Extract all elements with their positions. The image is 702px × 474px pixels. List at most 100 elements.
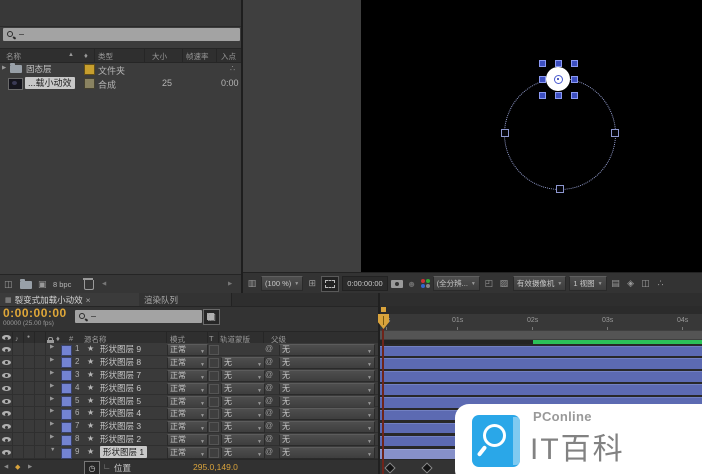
view-layout-dropdown[interactable]: 1 视图▼ (569, 276, 606, 291)
path-handle[interactable] (556, 185, 564, 193)
pickwhip-icon[interactable]: @ (265, 357, 273, 366)
prev-keyframe-icon[interactable]: ◀ (4, 464, 8, 470)
parent-dropdown[interactable]: 无▼ (279, 408, 375, 420)
show-channel-icon[interactable] (421, 279, 430, 288)
new-folder-icon[interactable] (20, 281, 32, 289)
audio-column-icon[interactable]: ♪ (15, 334, 19, 343)
graph-editor-icon[interactable]: ◪ (203, 309, 218, 323)
transparency-grid-icon[interactable]: ▨ (498, 277, 510, 290)
close-icon[interactable]: × (86, 295, 91, 305)
project-item-solids[interactable]: ▶ 固态层 文件夹 ∴ (0, 62, 241, 76)
eye-icon[interactable] (2, 384, 11, 393)
layer-row[interactable]: ▶ 4 ★ 形状图层 6 正常▼ 无▼ @ 无▼ (0, 382, 378, 395)
next-keyframe-icon[interactable]: ▶ (28, 464, 32, 470)
current-timecode[interactable]: 0:00:00:00 (3, 307, 67, 320)
trash-icon[interactable] (84, 280, 94, 290)
eye-icon[interactable] (2, 409, 11, 418)
selection-handle[interactable] (539, 92, 546, 99)
comp-flowchart-icon[interactable]: ∴ (655, 277, 667, 290)
interpret-footage-icon[interactable]: ◫ (4, 279, 13, 290)
layer-name[interactable]: 形状图层 7 (100, 369, 141, 381)
layer-label-swatch[interactable] (61, 370, 72, 381)
label-color-swatch[interactable] (84, 64, 95, 75)
t-toggle[interactable] (209, 345, 219, 355)
viewer-timecode[interactable]: 0:00:00:00 (342, 276, 387, 291)
always-preview-icon[interactable]: ▥ (246, 277, 258, 290)
parent-dropdown[interactable]: 无▼ (279, 396, 375, 408)
composition-canvas[interactable] (361, 0, 702, 272)
layer-label-swatch[interactable] (61, 448, 72, 459)
selection-handle[interactable] (571, 92, 578, 99)
show-snapshot-icon[interactable]: ☻ (406, 277, 418, 290)
column-fps[interactable]: 帧速率 (186, 51, 209, 62)
eye-icon[interactable] (2, 422, 11, 431)
blend-mode-dropdown[interactable]: 正常▼ (167, 421, 208, 433)
parent-dropdown[interactable]: 无▼ (279, 357, 375, 369)
selection-handle[interactable] (555, 60, 562, 67)
keyframe-icon[interactable] (384, 462, 395, 473)
layer-label-swatch[interactable] (61, 422, 72, 433)
grid-guides-icon[interactable]: ⊞ (306, 277, 318, 290)
layer-row[interactable]: ▶ 5 ★ 形状图层 5 正常▼ 无▼ @ 无▼ (0, 395, 378, 408)
eye-icon[interactable] (2, 358, 11, 367)
layer-row[interactable]: ▶ 1 ★ 形状图层 9 正常▼ ▼ @ 无▼ (0, 343, 378, 356)
position-property-row[interactable]: ◀ ◆ ▶ ◷ ∟ 位置 295.0,149.0 (0, 459, 378, 474)
flowchart-icon[interactable]: ∴ (230, 64, 235, 73)
new-composition-icon[interactable]: ▣ (38, 279, 47, 290)
eye-icon[interactable] (2, 435, 11, 444)
share-view-icon[interactable]: ▤ (610, 277, 622, 290)
twirl-icon[interactable]: ▶ (50, 421, 54, 427)
eye-icon[interactable] (2, 371, 11, 380)
magnification-dropdown[interactable]: (100 %)▼ (261, 276, 303, 291)
pickwhip-icon[interactable]: @ (265, 344, 273, 353)
layer-duration-bar[interactable] (380, 346, 702, 357)
selection-handle[interactable] (539, 76, 546, 83)
column-t[interactable]: T (209, 334, 214, 343)
timeline-search-input[interactable] (75, 310, 202, 323)
layer-name[interactable]: 形状图层 4 (100, 407, 141, 419)
work-area-marker[interactable] (381, 307, 386, 312)
layer-name[interactable]: 形状图层 6 (100, 382, 141, 394)
stopwatch-icon[interactable]: ◷ (84, 461, 100, 474)
layer-row[interactable]: ▶ 3 ★ 形状图层 7 正常▼ 无▼ @ 无▼ (0, 369, 378, 382)
blend-mode-dropdown[interactable]: 正常▼ (167, 396, 208, 408)
twirl-icon[interactable]: ▶ (50, 396, 54, 402)
blend-mode-dropdown[interactable]: 正常▼ (167, 408, 208, 420)
layer-label-swatch[interactable] (61, 396, 72, 407)
layer-name[interactable]: 形状图层 8 (100, 356, 141, 368)
layer-name[interactable]: 形状图层 1 (100, 446, 147, 458)
pickwhip-icon[interactable]: @ (265, 396, 273, 405)
eye-icon[interactable] (2, 448, 11, 457)
parent-dropdown[interactable]: 无▼ (279, 370, 375, 382)
path-handle[interactable] (501, 129, 509, 137)
t-toggle[interactable] (209, 358, 219, 368)
parent-dropdown[interactable]: 无▼ (279, 447, 375, 459)
t-toggle[interactable] (209, 448, 219, 458)
t-toggle[interactable] (209, 384, 219, 394)
video-column-icon[interactable] (2, 333, 11, 342)
parent-dropdown[interactable]: 无▼ (279, 383, 375, 395)
item-name[interactable]: ...载小动效 (25, 77, 75, 89)
snapshot-camera-icon[interactable] (391, 280, 403, 288)
pickwhip-icon[interactable]: @ (265, 447, 273, 456)
scroll-right-icon[interactable]: ▶ (228, 281, 232, 287)
solo-column-icon[interactable]: ● (27, 334, 30, 340)
twirl-icon[interactable]: ▶ (50, 408, 54, 414)
region-of-interest-icon[interactable]: ◰ (483, 277, 495, 290)
layer-row[interactable]: ▶ 6 ★ 形状图层 4 正常▼ 无▼ @ 无▼ (0, 407, 378, 420)
eye-icon[interactable] (2, 397, 11, 406)
pickwhip-icon[interactable]: @ (265, 421, 273, 430)
layer-label-swatch[interactable] (61, 409, 72, 420)
layer-name[interactable]: 形状图层 2 (100, 433, 141, 445)
path-handle[interactable] (611, 129, 619, 137)
layer-duration-bar[interactable] (380, 371, 702, 382)
anchor-point[interactable] (554, 75, 563, 84)
blend-mode-dropdown[interactable]: 正常▼ (167, 434, 208, 446)
layer-row[interactable]: ▼ 9 ★ 形状图层 1 正常▼ 无▼ @ 无▼ (0, 446, 378, 459)
twirl-icon[interactable]: ▶ (50, 344, 54, 350)
sort-arrow-icon[interactable]: ▲ (68, 52, 74, 58)
eye-icon[interactable] (2, 345, 11, 354)
trkmat-dropdown[interactable]: 无▼ (221, 383, 265, 395)
layer-label-swatch[interactable] (61, 383, 72, 394)
selection-handle[interactable] (571, 60, 578, 67)
